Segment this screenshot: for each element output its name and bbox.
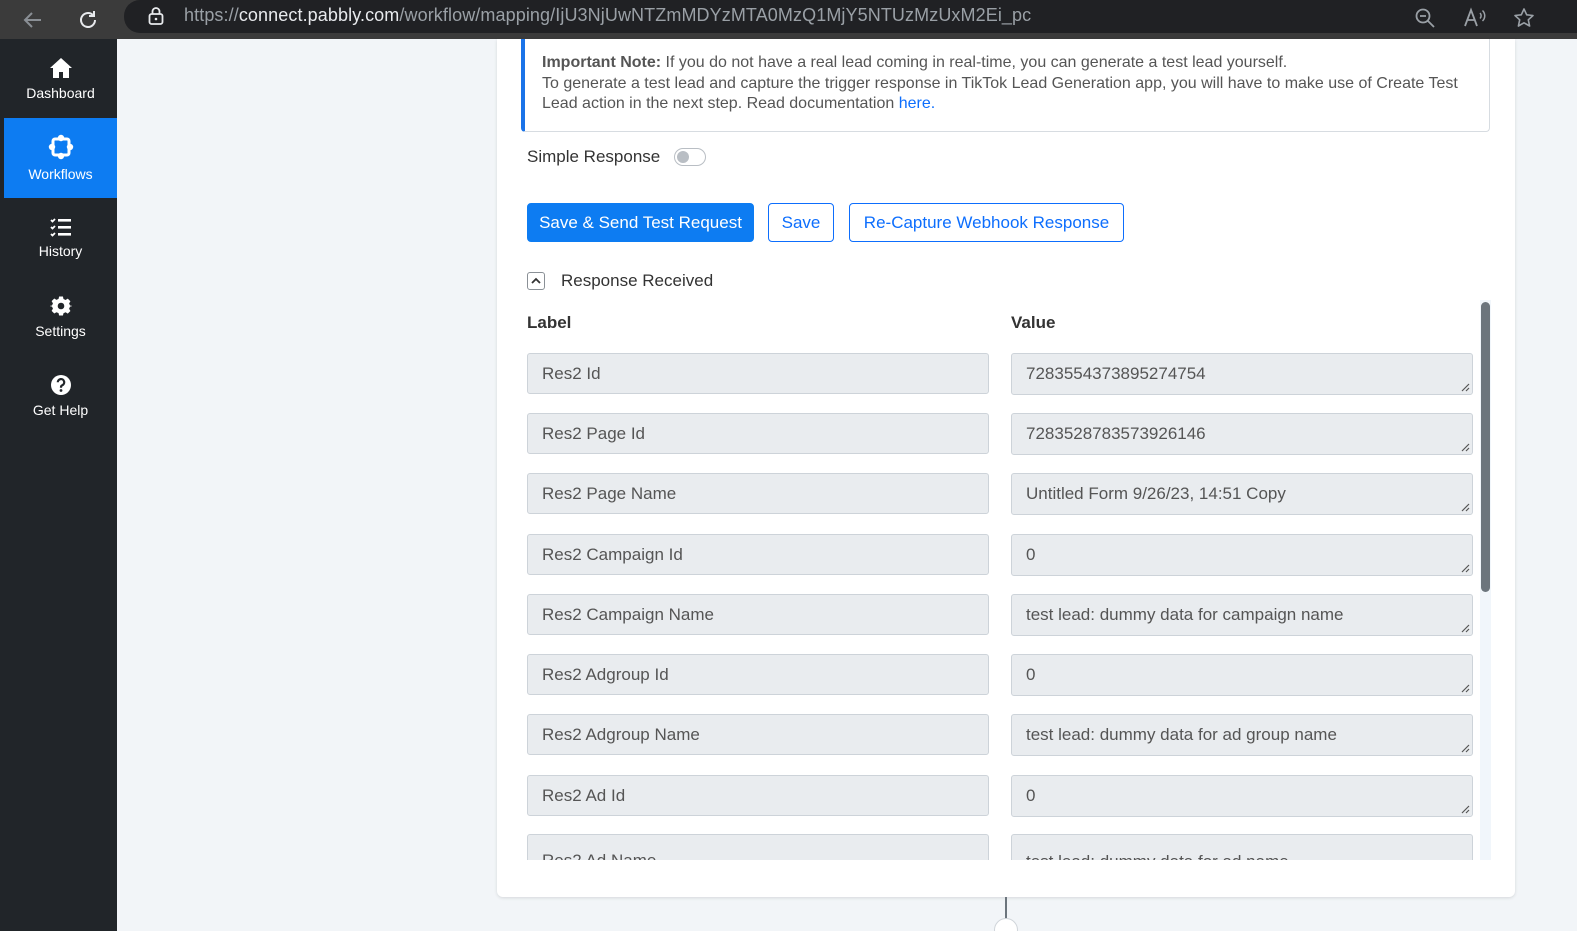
simple-response-row: Simple Response: [527, 147, 707, 167]
row-value-field[interactable]: test lead: dummy data for campaign name: [1011, 594, 1473, 636]
table-row: Res2 Campaign Name test lead: dummy data…: [520, 594, 1480, 636]
row-value-text: 0: [1026, 545, 1036, 564]
table-row: Res2 Ad Id 0: [520, 775, 1480, 817]
gear-icon: [49, 296, 72, 316]
row-value-text: 7283554373895274754: [1026, 364, 1206, 383]
recapture-webhook-button[interactable]: Re-Capture Webhook Response: [849, 203, 1124, 242]
simple-response-label: Simple Response: [527, 147, 661, 166]
row-value-text: 0: [1026, 786, 1036, 805]
note-line-1: If you do not have a real lead coming in…: [661, 54, 1288, 71]
resize-grip-icon[interactable]: [1460, 502, 1470, 512]
resize-grip-icon[interactable]: [1460, 804, 1470, 814]
table-row: Res2 Id 7283554373895274754: [520, 353, 1480, 395]
read-aloud-icon[interactable]: [1462, 5, 1488, 31]
row-label-field[interactable]: Res2 Ad Name: [527, 834, 989, 860]
row-value-text: 7283528783573926146: [1026, 424, 1206, 443]
row-value-text: 0: [1026, 665, 1036, 684]
table-row: Res2 Page Name Untitled Form 9/26/23, 14…: [520, 473, 1480, 515]
collapse-chevron-icon[interactable]: [527, 272, 545, 290]
scrollbar-thumb[interactable]: [1481, 302, 1490, 592]
row-value-field[interactable]: 7283528783573926146: [1011, 413, 1473, 455]
toggle-knob: [677, 151, 690, 163]
sidebar: Dashboard Workflows History Settings Get…: [0, 39, 117, 931]
sidebar-item-label: Workflows: [28, 166, 93, 182]
save-send-test-button[interactable]: Save & Send Test Request: [527, 203, 754, 242]
row-value-text: Untitled Form 9/26/23, 14:51 Copy: [1026, 484, 1286, 503]
row-label-field[interactable]: Res2 Page Id: [527, 413, 989, 454]
sidebar-item-get-help[interactable]: Get Help: [4, 356, 117, 436]
row-value-field[interactable]: 7283554373895274754: [1011, 353, 1473, 395]
workflow-connector-node[interactable]: [994, 918, 1018, 931]
sidebar-item-label: History: [38, 243, 83, 259]
workflows-icon: [48, 134, 73, 160]
row-label-field[interactable]: Res2 Campaign Name: [527, 594, 989, 635]
sidebar-item-label: Dashboard: [26, 85, 95, 101]
resize-grip-icon[interactable]: [1460, 743, 1470, 753]
question-circle-icon: [50, 375, 71, 395]
row-value-text: test lead: dummy data for ad group name: [1026, 725, 1337, 744]
home-icon: [49, 58, 72, 78]
url-text[interactable]: https://connect.pabbly.com/workflow/mapp…: [184, 5, 1031, 26]
sidebar-item-label: Settings: [35, 323, 86, 339]
zoom-out-icon[interactable]: [1412, 5, 1438, 31]
sidebar-item-settings[interactable]: Settings: [4, 277, 117, 357]
simple-response-toggle[interactable]: [674, 148, 707, 166]
sidebar-item-dashboard[interactable]: Dashboard: [4, 39, 117, 119]
browser-toolbar: https://connect.pabbly.com/workflow/mapp…: [0, 0, 1577, 39]
row-value-text: test lead: dummy data for campaign name: [1026, 605, 1344, 624]
resize-grip-icon[interactable]: [1460, 563, 1470, 573]
note-line-2: To generate a test lead and capture the …: [542, 74, 1458, 113]
label-column-header: Label: [527, 313, 572, 332]
table-row: Res2 Page Id 7283528783573926146: [520, 413, 1480, 455]
resize-grip-icon[interactable]: [1460, 382, 1470, 392]
response-rows: Res2 Id 7283554373895274754 Res2 Page Id…: [520, 340, 1480, 860]
row-value-field[interactable]: test lead: dummy data for ad name: [1011, 834, 1473, 860]
row-label-field[interactable]: Res2 Adgroup Name: [527, 714, 989, 755]
value-column-header: Value: [1011, 313, 1056, 332]
back-icon[interactable]: [16, 3, 50, 37]
row-label-field[interactable]: Res2 Campaign Id: [527, 534, 989, 575]
lock-icon[interactable]: [148, 6, 164, 31]
row-value-field[interactable]: 0: [1011, 654, 1473, 696]
row-label-field[interactable]: Res2 Id: [527, 353, 989, 394]
row-value-text: test lead: dummy data for ad name: [1026, 852, 1289, 860]
sidebar-item-workflows[interactable]: Workflows: [4, 118, 117, 198]
row-value-field[interactable]: 0: [1011, 534, 1473, 576]
response-title: Response Received: [561, 271, 714, 290]
row-label-field[interactable]: Res2 Page Name: [527, 473, 989, 514]
table-row: Res2 Adgroup Name test lead: dummy data …: [520, 714, 1480, 756]
row-value-field[interactable]: Untitled Form 9/26/23, 14:51 Copy: [1011, 473, 1473, 515]
row-value-field[interactable]: 0: [1011, 775, 1473, 817]
url-path: /workflow/mapping/IjU3NjUwNTZmMDYzMTA0Mz…: [399, 5, 1032, 25]
history-list-icon: [49, 218, 71, 237]
save-button[interactable]: Save: [768, 203, 834, 242]
resize-grip-icon[interactable]: [1460, 623, 1470, 633]
table-row: Res2 Adgroup Id 0: [520, 654, 1480, 696]
documentation-link[interactable]: here.: [899, 95, 935, 112]
favorite-star-icon[interactable]: [1511, 5, 1537, 31]
table-row: Res2 Campaign Id 0: [520, 534, 1480, 576]
resize-grip-icon[interactable]: [1460, 683, 1470, 693]
sidebar-item-history[interactable]: History: [4, 198, 117, 278]
url-scheme: https://: [184, 5, 239, 25]
reload-icon[interactable]: [71, 3, 105, 37]
row-label-text: Res2 Ad Name: [542, 851, 656, 860]
row-label-field[interactable]: Res2 Ad Id: [527, 775, 989, 816]
resize-grip-icon[interactable]: [1460, 442, 1470, 452]
sidebar-item-label: Get Help: [32, 402, 89, 418]
url-host: connect.pabbly.com: [238, 5, 400, 25]
row-label-field[interactable]: Res2 Adgroup Id: [527, 654, 989, 695]
note-bold-label: Important Note:: [542, 54, 662, 71]
response-received-header[interactable]: Response Received: [527, 271, 713, 291]
table-row: Res2 Ad Name test lead: dummy data for a…: [520, 834, 1480, 860]
row-value-field[interactable]: test lead: dummy data for ad group name: [1011, 714, 1473, 756]
important-note: Important Note: If you do not have a rea…: [521, 39, 1490, 132]
